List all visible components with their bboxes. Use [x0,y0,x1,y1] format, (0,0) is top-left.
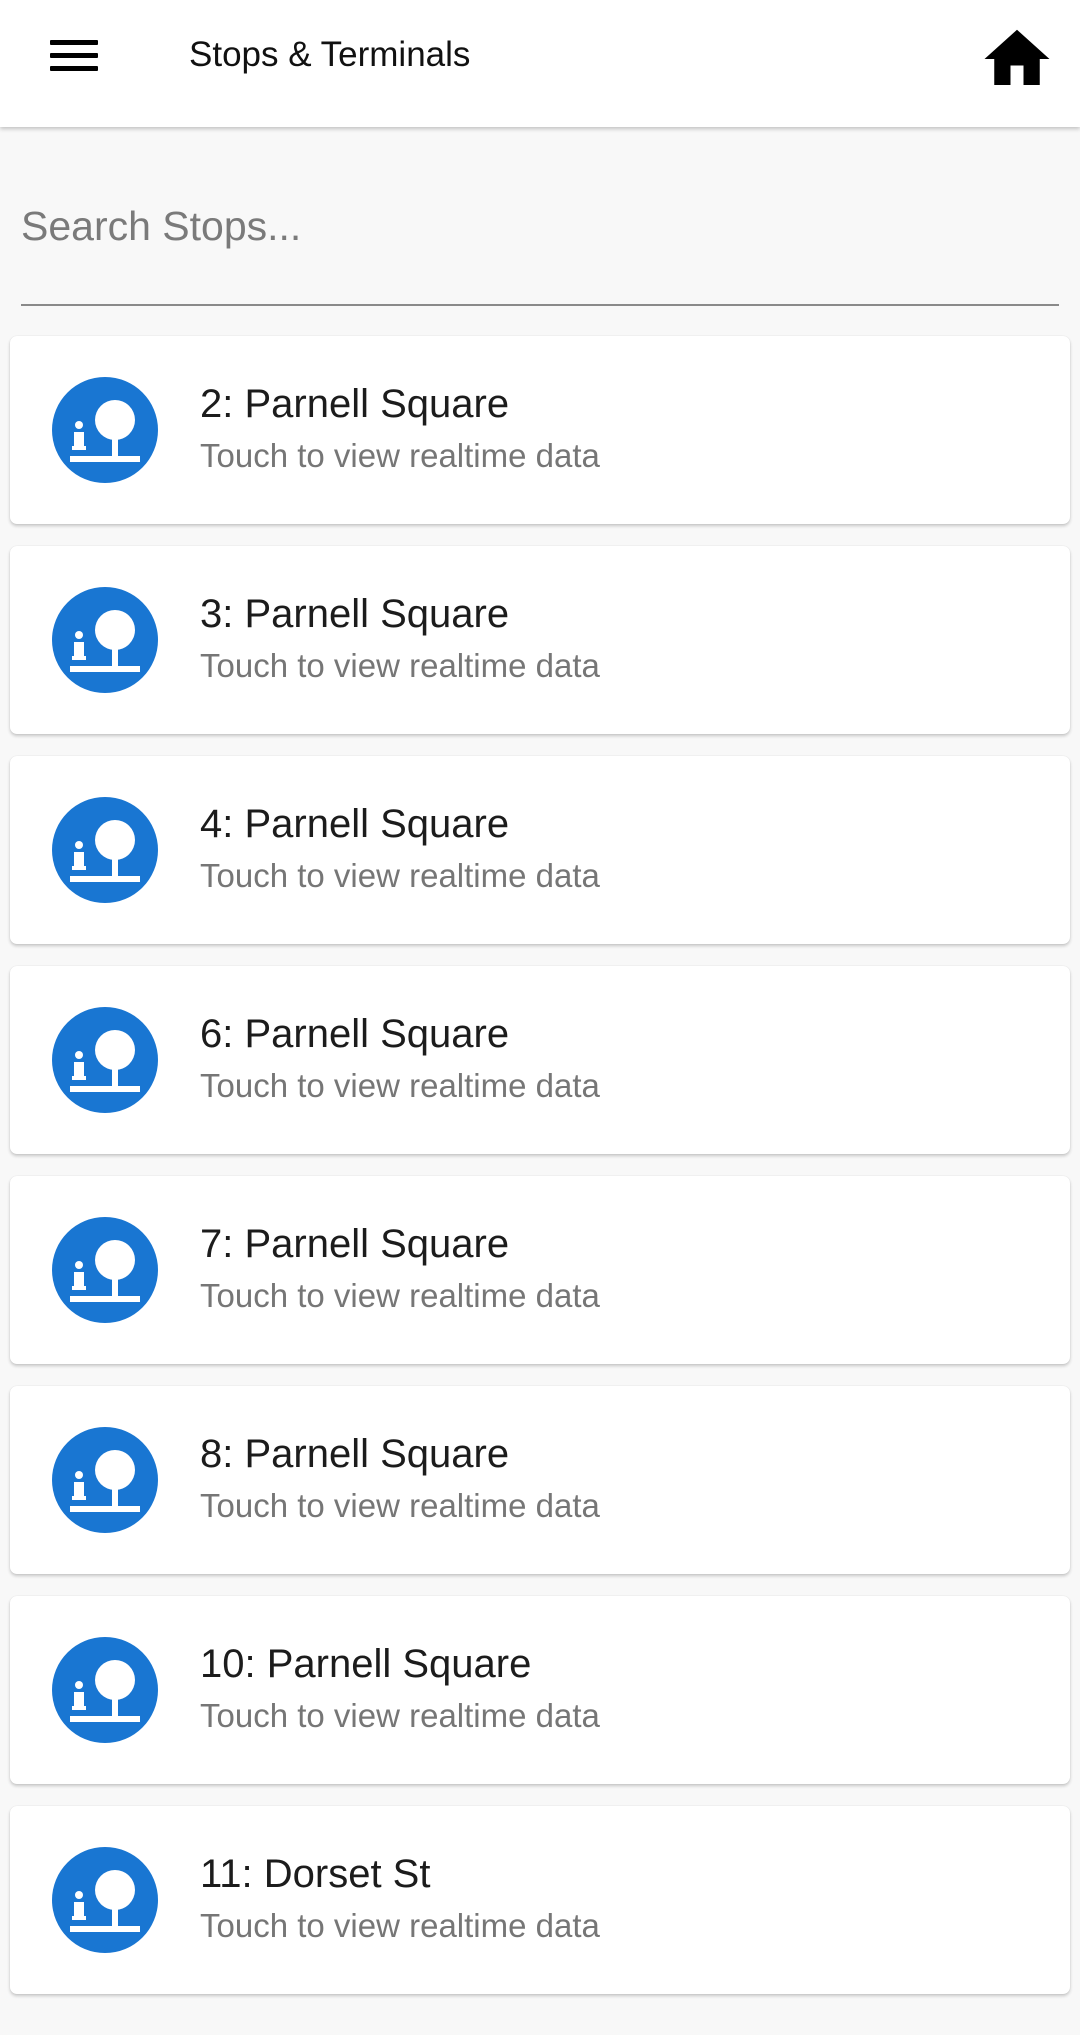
stop-title: 10: Parnell Square [200,1642,532,1686]
stop-shelter-icon [52,1847,158,1953]
search-input[interactable] [21,188,1059,306]
stop-card[interactable]: 4: Parnell Square Touch to view realtime… [10,756,1070,944]
stop-title: 11: Dorset St [200,1852,431,1896]
stop-subtitle: Touch to view realtime data [200,1067,600,1104]
menu-icon [50,40,98,45]
stop-subtitle: Touch to view realtime data [200,437,600,474]
page-title: Stops & Terminals [189,35,471,74]
stop-title: 7: Parnell Square [200,1222,510,1266]
stop-title: 3: Parnell Square [200,592,510,636]
stop-shelter-icon [52,1427,158,1533]
stop-shelter-icon [52,587,158,693]
stop-shelter-icon [52,1637,158,1743]
stop-list: 2: Parnell Square Touch to view realtime… [10,336,1070,2016]
stop-card[interactable]: 11: Dorset St Touch to view realtime dat… [10,1806,1070,1994]
home-icon [984,29,1050,85]
stop-shelter-icon [52,1217,158,1323]
stop-card[interactable]: 6: Parnell Square Touch to view realtime… [10,966,1070,1154]
stop-subtitle: Touch to view realtime data [200,647,600,684]
app-bar: Stops & Terminals [0,0,1080,127]
stop-subtitle: Touch to view realtime data [200,1907,600,1944]
stop-card[interactable]: 3: Parnell Square Touch to view realtime… [10,546,1070,734]
stop-shelter-icon [52,1007,158,1113]
stop-title: 4: Parnell Square [200,802,510,846]
stop-card[interactable]: 7: Parnell Square Touch to view realtime… [10,1176,1070,1364]
stop-subtitle: Touch to view realtime data [200,857,600,894]
stop-subtitle: Touch to view realtime data [200,1487,600,1524]
search-field [21,188,1059,306]
stop-title: 8: Parnell Square [200,1432,510,1476]
stop-subtitle: Touch to view realtime data [200,1277,600,1314]
stop-card[interactable]: 10: Parnell Square Touch to view realtim… [10,1596,1070,1784]
menu-button[interactable] [30,20,118,108]
home-button[interactable] [978,20,1056,98]
stop-title: 2: Parnell Square [200,382,510,426]
stop-shelter-icon [52,797,158,903]
stop-title: 6: Parnell Square [200,1012,510,1056]
stop-card[interactable]: 8: Parnell Square Touch to view realtime… [10,1386,1070,1574]
stop-card[interactable]: 2: Parnell Square Touch to view realtime… [10,336,1070,524]
stop-subtitle: Touch to view realtime data [200,1697,600,1734]
stop-shelter-icon [52,377,158,483]
